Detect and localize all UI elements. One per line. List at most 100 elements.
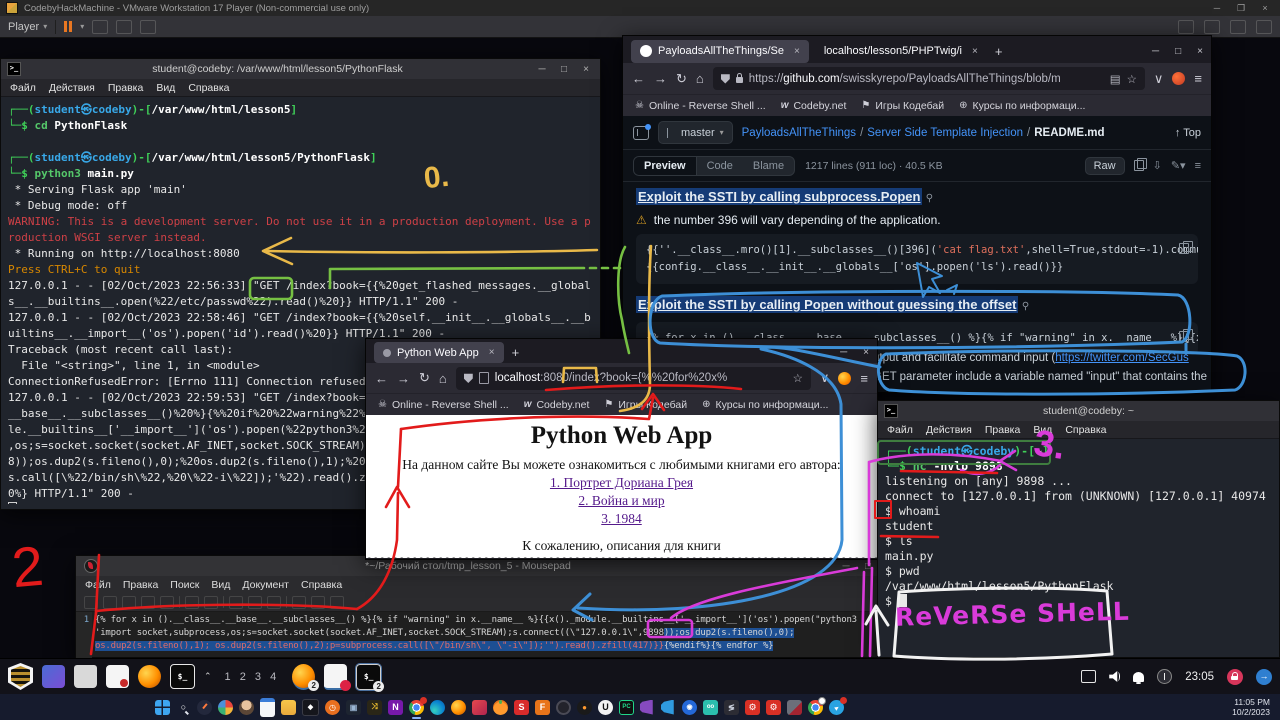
maximize-button[interactable]: □ (1175, 46, 1181, 57)
pycharm-icon[interactable]: PC (619, 700, 634, 715)
bookmark-codeby[interactable]: wCodeby.net (781, 100, 847, 112)
menu-file[interactable]: Файл (887, 424, 913, 436)
tab-close-icon[interactable]: × (489, 347, 495, 358)
menu-icon[interactable]: ≡ (1194, 71, 1202, 86)
notes-app-icon[interactable]: ◆ (302, 699, 319, 716)
menu-document[interactable]: Документ (242, 579, 289, 591)
tab-preview[interactable]: Preview (634, 157, 697, 175)
reader-mode-icon[interactable]: ▤ (1110, 72, 1121, 86)
menu-view[interactable]: Вид (156, 82, 175, 94)
chrome-profile-icon[interactable] (808, 700, 823, 715)
new-file-icon[interactable] (84, 596, 98, 609)
palette-app-icon[interactable] (218, 700, 233, 715)
tab-code[interactable]: Code (697, 157, 743, 175)
maximize-button[interactable]: □ (556, 64, 572, 75)
tab-python-web-app[interactable]: Python Web App × (374, 342, 504, 363)
maximize-button[interactable]: ❐ (1232, 3, 1250, 14)
paste-icon[interactable] (267, 596, 281, 609)
chevron-up-icon[interactable]: ⌃ (204, 671, 212, 682)
file-manager-icon[interactable] (74, 665, 97, 688)
close-button[interactable]: × (1197, 46, 1203, 57)
minimize-button[interactable]: ─ (838, 561, 854, 572)
bookmark-reverse-shell[interactable]: ☠Online - Reverse Shell ... (378, 399, 509, 411)
network-icon[interactable] (1230, 20, 1246, 34)
menu-help[interactable]: Справка (301, 579, 342, 591)
tab-close-icon[interactable]: × (972, 46, 978, 57)
raw-button[interactable]: Raw (1085, 157, 1125, 175)
tracking-protection-icon[interactable] (464, 373, 473, 383)
vm-menu-logo[interactable] (8, 663, 33, 690)
code-block-subprocess[interactable]: {{''.__class__.mro()[1].__subclasses__()… (636, 234, 1198, 284)
user-avatar[interactable] (239, 700, 254, 715)
menu-edit[interactable]: Правка (108, 82, 143, 94)
copy-icon[interactable] (1179, 243, 1189, 254)
media-app-icon[interactable] (472, 700, 487, 715)
app-f-icon[interactable]: F (535, 700, 550, 715)
fullscreen-icon[interactable] (116, 20, 132, 34)
firefox-account-icon[interactable] (838, 372, 851, 385)
save-icon[interactable] (122, 596, 136, 609)
save-as-icon[interactable] (141, 596, 155, 609)
reload-icon[interactable] (160, 596, 174, 609)
twitter-link[interactable]: https://twitter.com/SecGus (1055, 352, 1189, 364)
terminal1-titlebar[interactable]: >_ student@codeby: /var/www/html/lesson5… (1, 59, 600, 79)
maximize-button[interactable]: □ (860, 561, 876, 572)
goto-icon[interactable] (330, 596, 344, 609)
settings-red-icon[interactable]: ⚙ (745, 700, 760, 715)
start-button[interactable] (155, 700, 170, 715)
menu-help[interactable]: Справка (1065, 424, 1106, 436)
download-icon[interactable]: ⇩ (1153, 159, 1162, 172)
bookmark-courses[interactable]: ⊕Курсы по информаци... (702, 399, 828, 411)
settings-red-icon-2[interactable]: ⚙ (766, 700, 781, 715)
open-file-icon[interactable] (103, 596, 117, 609)
player-menu[interactable]: Player▾ (8, 21, 47, 33)
book-link-2[interactable]: 2. Война и мир (366, 493, 877, 509)
virtualbox-icon[interactable]: ▣ (346, 700, 361, 715)
close-button[interactable]: × (578, 64, 594, 75)
sound-icon[interactable] (1204, 20, 1220, 34)
power-manager-icon[interactable] (1157, 669, 1172, 684)
section-heading[interactable]: Exploit the SSTI by calling Popen withou… (636, 296, 1018, 313)
menu-actions[interactable]: Действия (926, 424, 972, 436)
menu-search[interactable]: Поиск (170, 579, 199, 591)
suspend-vm-button[interactable] (64, 21, 72, 32)
copy-icon[interactable] (1179, 331, 1189, 342)
search-icon[interactable]: ○ (176, 700, 191, 715)
calendar-icon[interactable] (260, 698, 275, 717)
app-s-icon[interactable]: S (514, 700, 529, 715)
new-tab-button[interactable]: + (995, 44, 1003, 59)
reload-icon[interactable]: ↻ (419, 370, 430, 386)
redo-icon[interactable] (204, 596, 218, 609)
book-link-1[interactable]: 1. Портрет Дориана Грея (366, 475, 877, 491)
minimize-button[interactable]: ─ (1208, 3, 1226, 13)
menu-file[interactable]: Файл (85, 579, 111, 591)
terminal2-output[interactable]: ┌──(student㉿codeby)-[~] └─$ nc -nvlp 989… (878, 439, 1279, 670)
menu-view[interactable]: Вид (211, 579, 230, 591)
notifications-icon[interactable] (1133, 672, 1144, 682)
workflow-app-icon[interactable]: ⤨ (367, 700, 382, 715)
replace-icon[interactable] (311, 596, 325, 609)
menu-file[interactable]: Файл (10, 82, 36, 94)
vm-clock[interactable]: 23:05 (1185, 671, 1214, 683)
book-link-3[interactable]: 3. 1984 (366, 511, 877, 527)
back-icon[interactable]: ← (632, 71, 645, 86)
anchor-link-icon[interactable]: ⚲ (926, 193, 933, 204)
task-terminal[interactable]: $_2 (356, 664, 381, 690)
bookmark-games[interactable]: ⚑Игры Кодебай (604, 399, 687, 411)
cut-icon[interactable] (229, 596, 243, 609)
edit-icon[interactable]: ✎▾ (1171, 159, 1186, 172)
tab-localhost-phptwig[interactable]: localhost/lesson5/PHPTwig/i × (815, 40, 987, 63)
copy-icon[interactable] (248, 596, 262, 609)
menu-help[interactable]: Справка (188, 82, 229, 94)
chrome-icon[interactable] (409, 700, 424, 715)
bookmark-games[interactable]: ⚑Игры Кодебай (861, 100, 944, 112)
text-editor-icon[interactable] (106, 665, 129, 688)
minimize-button[interactable]: ─ (840, 347, 847, 358)
firefox-icon[interactable] (451, 700, 466, 715)
outline-icon[interactable]: ≡ (1195, 160, 1201, 172)
close-button[interactable]: × (863, 347, 869, 358)
forward-icon[interactable]: → (654, 71, 667, 86)
extension-icon[interactable] (1172, 72, 1185, 85)
back-to-top-link[interactable]: ↑ Top (1175, 127, 1201, 139)
undo-icon[interactable] (185, 596, 199, 609)
